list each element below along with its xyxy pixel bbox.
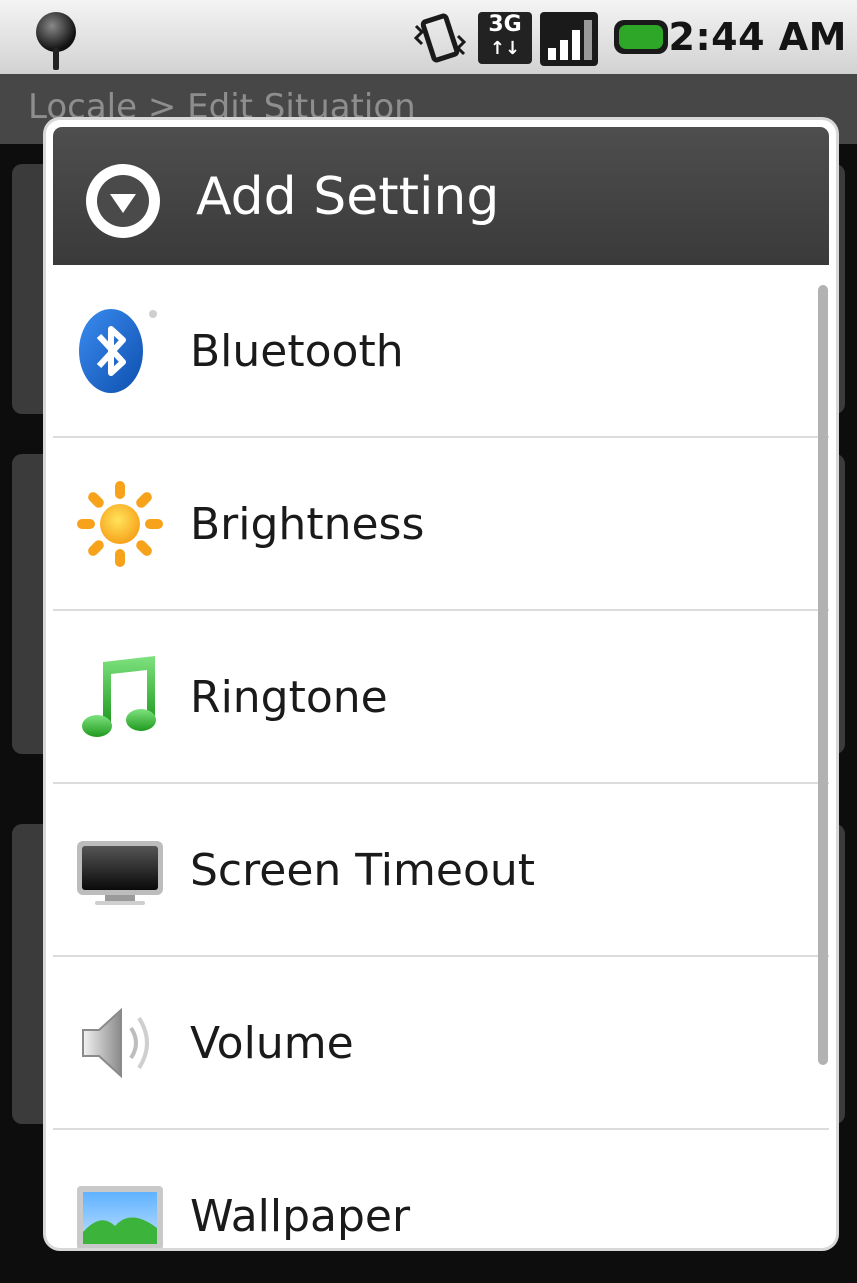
settings-list: Bluetooth Brightness Ringtone Screen Tim… (53, 265, 829, 1248)
ringtone-icon (82, 655, 156, 737)
list-item-wallpaper[interactable]: Wallpaper (53, 1130, 829, 1248)
dialog-title: Add Setting (196, 167, 500, 227)
list-item-label: Screen Timeout (190, 845, 535, 896)
battery-icon (614, 20, 668, 54)
wallpaper-icon (77, 1185, 163, 1248)
list-item-brightness[interactable]: Brightness (53, 438, 829, 611)
list-item-label: Brightness (190, 499, 425, 550)
status-bar: 3G ↑↓ 2:44 AM (0, 0, 857, 74)
list-item-label: Ringtone (190, 672, 388, 723)
list-item-label: Bluetooth (190, 326, 404, 377)
screen-timeout-icon (77, 840, 163, 905)
add-setting-dialog: Add Setting Bluetooth Brightness Rington… (46, 120, 836, 1248)
scrollbar[interactable] (818, 285, 828, 1065)
list-item-screen-timeout[interactable]: Screen Timeout (53, 784, 829, 957)
list-item-bluetooth[interactable]: Bluetooth (53, 265, 829, 438)
volume-icon (82, 1007, 149, 1078)
list-item-label: Volume (190, 1018, 354, 1069)
vibrate-icon (413, 13, 467, 63)
dialog-header: Add Setting (53, 127, 829, 265)
status-clock: 2:44 AM (668, 15, 847, 59)
bluetooth-icon (79, 308, 157, 393)
list-item-ringtone[interactable]: Ringtone (53, 611, 829, 784)
dropdown-circle-icon (86, 164, 160, 238)
location-pin-icon (36, 12, 76, 70)
list-item-volume[interactable]: Volume (53, 957, 829, 1130)
signal-strength-icon (540, 12, 598, 66)
list-item-label: Wallpaper (190, 1191, 411, 1242)
brightness-icon (77, 480, 163, 567)
network-3g-icon: 3G ↑↓ (478, 12, 532, 64)
